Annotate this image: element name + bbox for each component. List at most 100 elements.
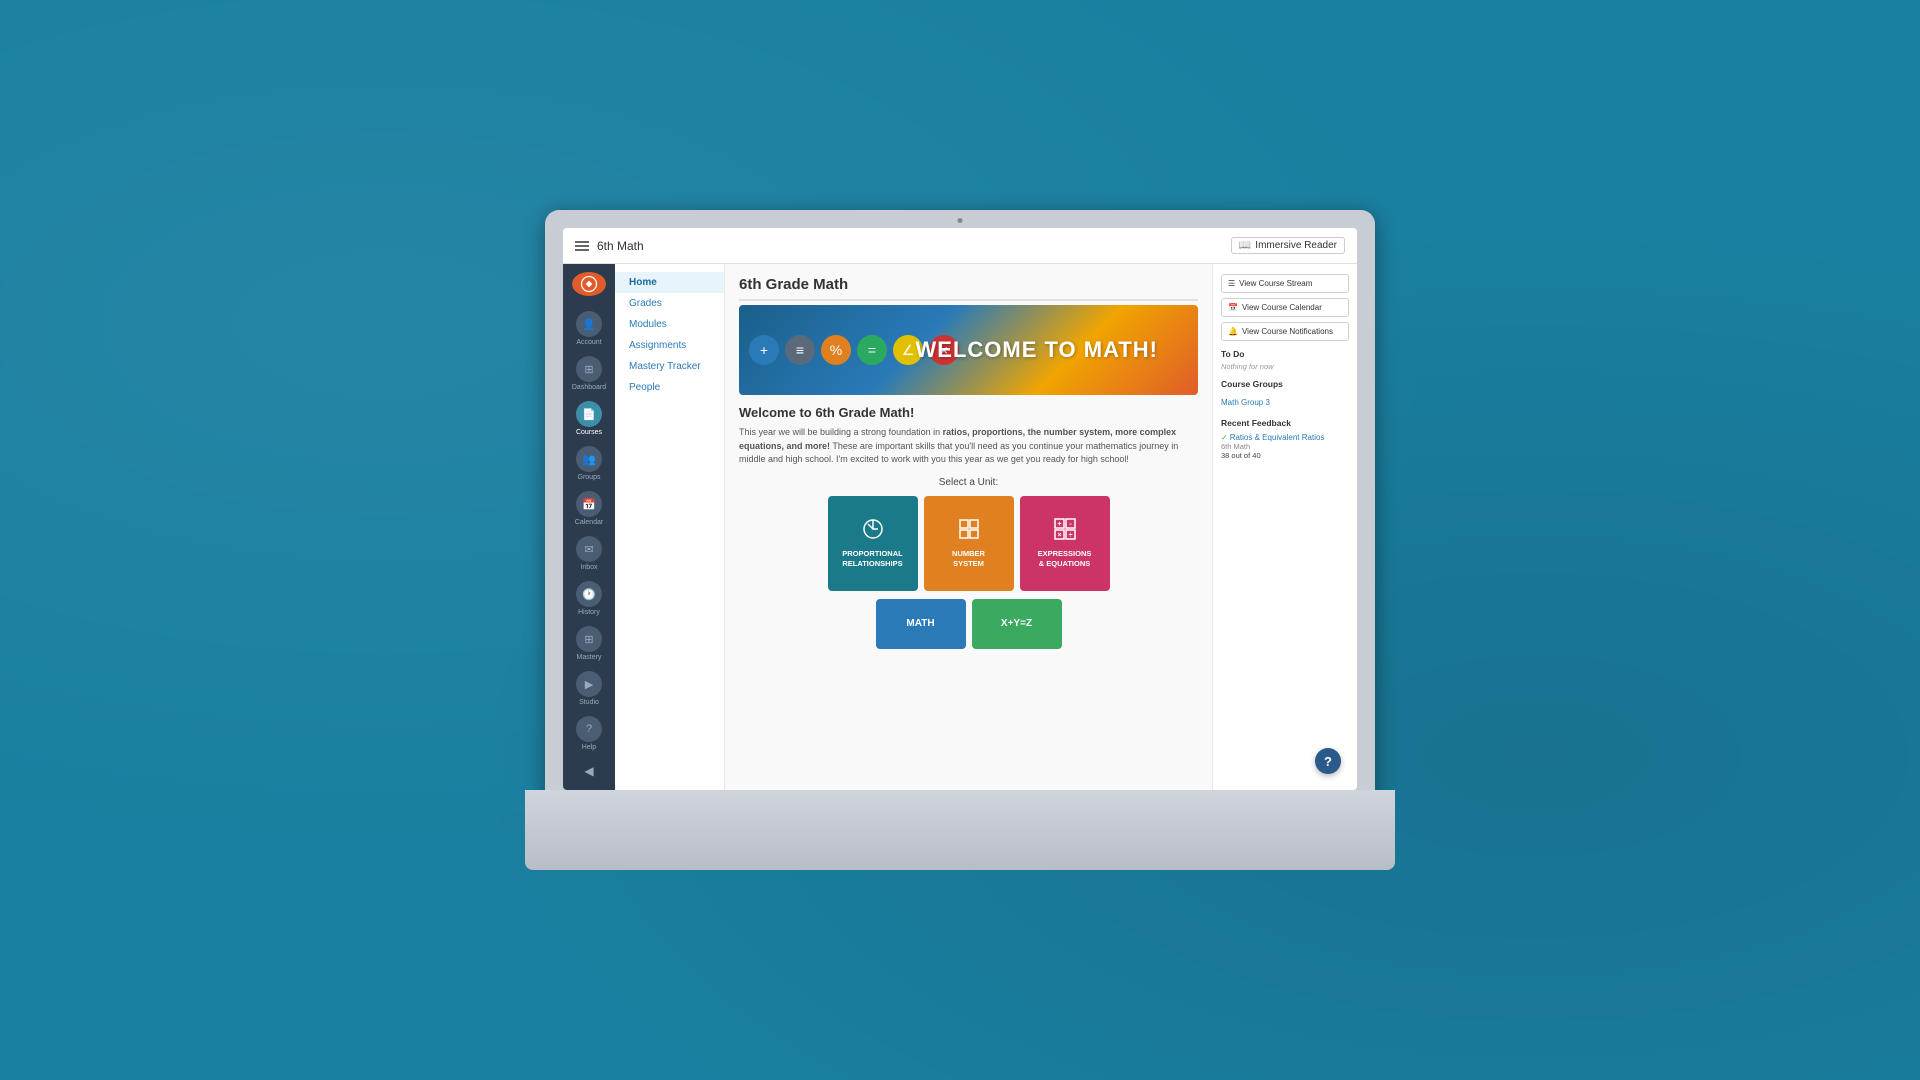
welcome-text-part1: This year we will be building a strong f…: [739, 427, 943, 437]
dashboard-icon: ⊞: [576, 356, 602, 382]
sidebar-item-help[interactable]: ? Help: [574, 711, 604, 756]
calendar-icon: 📅: [576, 491, 602, 517]
expressions-label: EXPRESSIONS& EQUATIONS: [1038, 549, 1092, 569]
right-panel: ☰ View Course Stream 📅 View Course Calen…: [1212, 264, 1357, 790]
units-grid: PROPORTIONALRELATIONSHIPS NUMBERSYSTEM: [739, 496, 1198, 591]
number-system-label: NUMBERSYSTEM: [952, 549, 985, 569]
view-course-stream-label: View Course Stream: [1239, 279, 1312, 288]
units-grid-2: MATH X+Y=Z: [739, 599, 1198, 649]
svg-text:-: -: [1069, 521, 1072, 528]
inbox-icon: ✉: [576, 536, 602, 562]
welcome-heading: Welcome to 6th Grade Math!: [739, 405, 1198, 420]
sidebar-courses-label: Courses: [576, 429, 602, 436]
banner-icon-equal: =: [857, 335, 887, 365]
nav-item-home[interactable]: Home: [615, 272, 724, 293]
laptop-base: [525, 790, 1395, 870]
cal-icon: 📅: [1228, 303, 1238, 312]
sidebar-item-courses[interactable]: 📄 Courses: [563, 396, 615, 441]
sidebar-mastery-label: Mastery: [577, 654, 602, 661]
laptop-frame: 6th Math 📖 Immersive Reader: [525, 210, 1395, 870]
history-icon: 🕐: [576, 581, 602, 607]
sidebar-bottom: ? Help ◀: [574, 711, 604, 782]
top-bar-left: 6th Math: [575, 239, 644, 253]
course-groups-title: Course Groups: [1221, 379, 1349, 389]
camera-dot: [958, 218, 963, 223]
sidebar-account-label: Account: [576, 339, 601, 346]
proportional-icon: [862, 518, 884, 545]
help-fab-icon: ?: [1324, 754, 1332, 769]
sidebar-item-dashboard[interactable]: ⊞ Dashboard: [563, 351, 615, 396]
sidebar-item-account[interactable]: 👤 Account: [563, 306, 615, 351]
banner-icon-calc: ≡: [785, 335, 815, 365]
nav-item-assignments[interactable]: Assignments: [615, 335, 724, 356]
help-fab-button[interactable]: ?: [1315, 748, 1341, 774]
unit-card-proportional[interactable]: PROPORTIONALRELATIONSHIPS: [828, 496, 918, 591]
view-course-calendar-label: View Course Calendar: [1242, 303, 1322, 312]
account-icon: 👤: [576, 311, 602, 337]
view-course-calendar-button[interactable]: 📅 View Course Calendar: [1221, 298, 1349, 317]
nav-item-people[interactable]: People: [615, 377, 724, 398]
todo-section-title: To Do: [1221, 349, 1349, 359]
svg-text:+: +: [1057, 521, 1061, 528]
banner-icon-percent: %: [821, 335, 851, 365]
sidebar-item-history[interactable]: 🕐 History: [563, 576, 615, 621]
sidebar-item-mastery[interactable]: ⊞ Mastery: [563, 621, 615, 666]
sidebar-logo[interactable]: [572, 272, 606, 296]
groups-icon: 👥: [576, 446, 602, 472]
sidebar-item-studio[interactable]: ▶ Studio: [563, 666, 615, 711]
hamburger-menu-icon[interactable]: [575, 241, 589, 251]
sidebar-calendar-label: Calendar: [575, 519, 603, 526]
main-content: 6th Grade Math + ≡ % = ∠ ×: [725, 264, 1212, 790]
mastery-icon: ⊞: [576, 626, 602, 652]
screen-bezel: 6th Math 📖 Immersive Reader: [545, 210, 1375, 800]
sidebar-groups-label: Groups: [578, 474, 601, 481]
sidebar-inbox-label: Inbox: [580, 564, 597, 571]
top-bar-title: 6th Math: [597, 239, 644, 253]
sidebar-item-calendar[interactable]: 📅 Calendar: [563, 486, 615, 531]
sidebar-item-inbox[interactable]: ✉ Inbox: [563, 531, 615, 576]
proportional-label: PROPORTIONALRELATIONSHIPS: [842, 549, 902, 569]
feedback-title-link[interactable]: Ratios & Equivalent Ratios: [1230, 433, 1325, 442]
top-bar: 6th Math 📖 Immersive Reader: [563, 228, 1357, 264]
nav-item-grades[interactable]: Grades: [615, 293, 724, 314]
view-course-notifications-button[interactable]: 🔔 View Course Notifications: [1221, 322, 1349, 341]
svg-text:×: ×: [1057, 532, 1061, 539]
unit-card-math[interactable]: MATH: [876, 599, 966, 649]
view-course-stream-button[interactable]: ☰ View Course Stream: [1221, 274, 1349, 293]
help-icon: ?: [576, 716, 602, 742]
app-container: 6th Math 📖 Immersive Reader: [563, 228, 1357, 790]
unit-card-number-system[interactable]: NUMBERSYSTEM: [924, 496, 1014, 591]
nothing-for-now-text: Nothing for now: [1221, 362, 1349, 371]
left-nav: Home Grades Modules Assignments Mastery …: [615, 264, 725, 790]
sidebar-item-groups[interactable]: 👥 Groups: [563, 441, 615, 486]
select-unit-label: Select a Unit:: [739, 477, 1198, 488]
stream-icon: ☰: [1228, 279, 1235, 288]
algebra-label: X+Y=Z: [1001, 618, 1032, 629]
nav-item-mastery-tracker[interactable]: Mastery Tracker: [615, 356, 724, 377]
book-icon: 📖: [1239, 240, 1251, 251]
sidebar-dashboard-label: Dashboard: [572, 384, 606, 391]
feedback-item: ✓ Ratios & Equivalent Ratios 6th Math 38…: [1221, 433, 1349, 460]
expressions-icon: +-×÷: [1054, 518, 1076, 545]
unit-card-expressions[interactable]: +-×÷ EXPRESSIONS& EQUATIONS: [1020, 496, 1110, 591]
sidebar-collapse-button[interactable]: ◀: [574, 760, 604, 782]
immersive-reader-button[interactable]: 📖 Immersive Reader: [1231, 237, 1345, 254]
nav-item-modules[interactable]: Modules: [615, 314, 724, 335]
feedback-score: 38 out of 40: [1221, 451, 1349, 460]
banner-icon-plus: +: [749, 335, 779, 365]
content-area: Home Grades Modules Assignments Mastery …: [615, 264, 1357, 790]
banner-text: WELCOME TO MATH!: [916, 337, 1159, 363]
main-layout: 👤 Account ⊞ Dashboard 📄 Courses: [563, 264, 1357, 790]
feedback-course: 6th Math: [1221, 442, 1349, 451]
studio-icon: ▶: [576, 671, 602, 697]
view-course-notifications-label: View Course Notifications: [1242, 327, 1333, 336]
bell-icon: 🔔: [1228, 327, 1238, 336]
number-system-icon: [958, 518, 980, 545]
sidebar: 👤 Account ⊞ Dashboard 📄 Courses: [563, 264, 615, 790]
unit-card-algebra[interactable]: X+Y=Z: [972, 599, 1062, 649]
courses-icon: 📄: [576, 401, 602, 427]
immersive-reader-label: Immersive Reader: [1255, 240, 1337, 251]
math-group-link[interactable]: Math Group 3: [1221, 398, 1270, 407]
laptop-screen: 6th Math 📖 Immersive Reader: [563, 228, 1357, 790]
math-label: MATH: [906, 618, 934, 629]
